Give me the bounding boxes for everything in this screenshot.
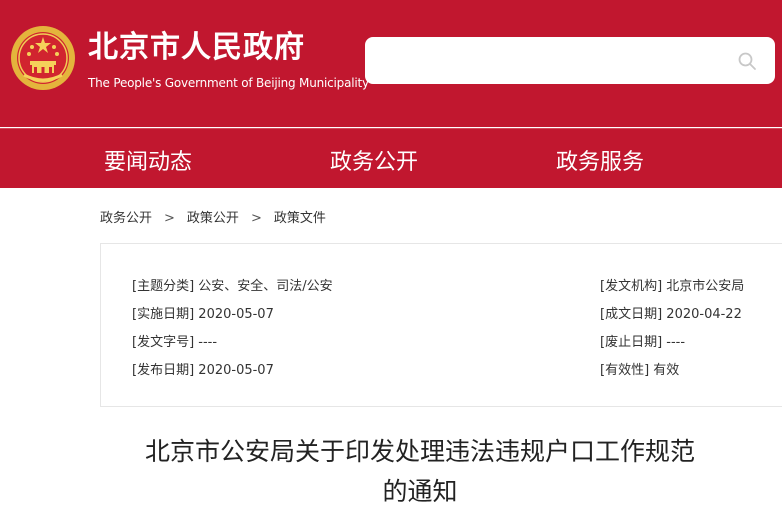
meta-label: [发文字号] <box>132 335 195 350</box>
meta-label: [有效性] <box>600 363 650 378</box>
breadcrumb-item[interactable]: 政务公开 <box>100 207 152 226</box>
meta-repeal-date: [废止日期] ---- <box>600 331 685 350</box>
nav-item-gov-services[interactable]: 政务服务 <box>556 144 644 176</box>
meta-value: 公安、安全、司法/公安 <box>198 279 333 294</box>
meta-value: 2020-04-22 <box>666 307 742 322</box>
meta-value: ---- <box>198 335 218 350</box>
meta-value: 有效 <box>653 363 680 378</box>
meta-value: 2020-05-07 <box>198 307 274 322</box>
breadcrumb-item[interactable]: 政策文件 <box>274 207 326 226</box>
meta-doc-number: [发文字号] ---- <box>132 331 217 350</box>
document-title-line: 的通知 <box>382 477 458 506</box>
meta-label: [发布日期] <box>132 363 195 378</box>
meta-label: [废止日期] <box>600 335 663 350</box>
meta-label: [实施日期] <box>132 307 195 322</box>
main-nav: 要闻动态 政务公开 政务服务 <box>0 128 782 188</box>
meta-topic: [主题分类] 公安、安全、司法/公安 <box>132 275 333 294</box>
document-title-line: 北京市公安局关于印发处理违法违规户口工作规范 <box>144 437 695 466</box>
site-header: 北京市人民政府 The People's Government of Beiji… <box>0 0 782 127</box>
meta-value: 北京市公安局 <box>666 279 745 294</box>
site-subtitle: The People's Government of Beijing Munic… <box>88 76 369 90</box>
meta-validity: [有效性] 有效 <box>600 359 679 378</box>
meta-issuing-agency: [发文机构] 北京市公安局 <box>600 275 744 294</box>
document-title: 北京市公安局关于印发处理违法违规户口工作规范 的通知 <box>100 432 740 512</box>
meta-publish-date: [发布日期] 2020-05-07 <box>132 359 274 378</box>
search-input[interactable] <box>365 37 775 84</box>
nav-item-gov-affairs-open[interactable]: 政务公开 <box>330 144 418 176</box>
breadcrumb-separator: > <box>250 211 262 226</box>
meta-label: [发文机构] <box>600 279 663 294</box>
nav-item-news[interactable]: 要闻动态 <box>104 144 192 176</box>
meta-label: [主题分类] <box>132 279 195 294</box>
breadcrumb-item[interactable]: 政策公开 <box>187 207 239 226</box>
meta-value: 2020-05-07 <box>198 363 274 378</box>
document-metadata-panel: [主题分类] 公安、安全、司法/公安 [实施日期] 2020-05-07 [发文… <box>100 243 782 407</box>
meta-written-date: [成文日期] 2020-04-22 <box>600 303 742 322</box>
search-icon[interactable] <box>737 51 757 71</box>
meta-value: ---- <box>666 335 686 350</box>
breadcrumb-separator: > <box>164 211 175 226</box>
meta-effective-date: [实施日期] 2020-05-07 <box>132 303 274 322</box>
site-title[interactable]: 北京市人民政府 <box>88 30 305 66</box>
meta-label: [成文日期] <box>600 307 663 322</box>
breadcrumb: 政务公开 > 政策公开 > 政策文件 <box>100 207 326 226</box>
national-emblem-icon <box>11 26 75 90</box>
